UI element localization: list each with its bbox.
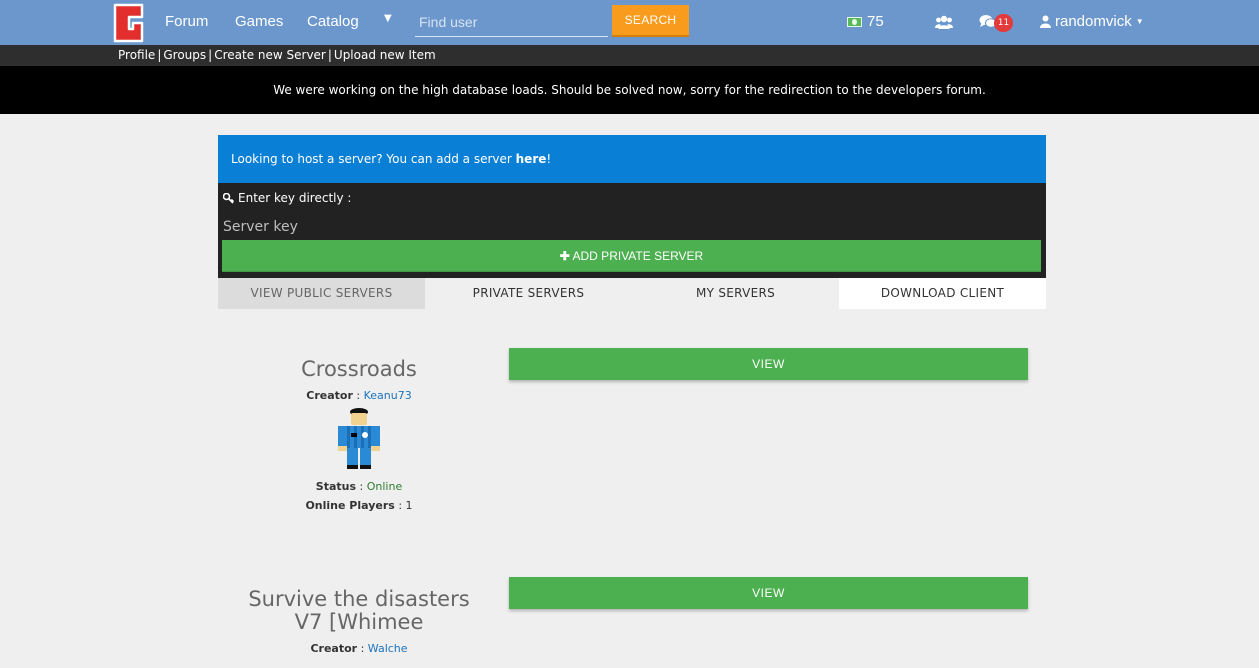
username-label: randomvick bbox=[1055, 13, 1132, 30]
server-status: Status : Online bbox=[315, 480, 403, 493]
notice-text-end: ! bbox=[546, 152, 552, 166]
creator-avatar bbox=[338, 408, 380, 469]
tab-public-servers[interactable]: VIEW PUBLIC SERVERS bbox=[218, 278, 425, 309]
add-server-here-link[interactable]: here bbox=[516, 152, 547, 166]
private-server-key-panel: Enter key directly : ✚ ADD PRIVATE SERVE… bbox=[218, 183, 1046, 278]
chevron-down-icon: ▼ bbox=[1135, 17, 1144, 26]
tab-download-client[interactable]: DOWNLOAD CLIENT bbox=[839, 278, 1046, 309]
view-server-button[interactable]: VIEW bbox=[509, 348, 1028, 380]
nav-games-link[interactable]: Games bbox=[235, 13, 283, 30]
tab-private-servers[interactable]: PRIVATE SERVERS bbox=[425, 278, 632, 309]
view-server-button[interactable]: VIEW bbox=[509, 577, 1028, 609]
add-private-server-button[interactable]: ✚ ADD PRIVATE SERVER bbox=[222, 240, 1041, 272]
server-creator: Creator : Walche bbox=[310, 642, 408, 655]
server-creator: Creator : Keanu73 bbox=[306, 389, 412, 402]
separator: | bbox=[157, 48, 162, 62]
status-label: Status bbox=[315, 480, 357, 493]
subnav-groups-link[interactable]: Groups bbox=[163, 48, 206, 62]
user-icon bbox=[1040, 15, 1051, 28]
server-players: Online Players : 1 bbox=[305, 499, 413, 512]
find-user-input[interactable] bbox=[415, 7, 608, 37]
status-value: Online bbox=[366, 480, 403, 493]
user-menu[interactable]: randomvick ▼ bbox=[1040, 13, 1144, 30]
key-label: Enter key directly : bbox=[223, 191, 351, 205]
separator: | bbox=[327, 48, 332, 62]
players-value: 1 bbox=[405, 499, 413, 512]
creator-label: Creator bbox=[306, 389, 353, 402]
host-server-notice: Looking to host a server? You can add a … bbox=[218, 135, 1046, 183]
plus-icon: ✚ bbox=[559, 249, 570, 263]
tab-my-servers[interactable]: MY SERVERS bbox=[632, 278, 839, 309]
notification-badge[interactable]: 11 bbox=[994, 14, 1013, 32]
site-logo[interactable] bbox=[111, 3, 145, 43]
server-tabs: VIEW PUBLIC SERVERS PRIVATE SERVERS MY S… bbox=[218, 278, 1046, 309]
currency-display[interactable]: 75 bbox=[847, 13, 884, 30]
friends-icon[interactable] bbox=[935, 14, 953, 30]
search-button[interactable]: SEARCH bbox=[612, 5, 689, 37]
players-label: Online Players bbox=[305, 499, 395, 512]
sub-navbar: Profile | Groups | Create new Server | Upload … bbox=[0, 45, 1259, 66]
subnav-links: Profile | Groups | Create new Server | Upload … bbox=[118, 48, 436, 62]
creator-link[interactable]: Walche bbox=[368, 642, 408, 655]
nav-catalog-link[interactable]: Catalog bbox=[307, 13, 359, 30]
nav-forum-link[interactable]: Forum bbox=[165, 13, 208, 30]
currency-amount: 75 bbox=[867, 13, 884, 30]
subnav-profile-link[interactable]: Profile bbox=[118, 48, 155, 62]
separator: | bbox=[208, 48, 213, 62]
money-bill-icon bbox=[847, 16, 862, 27]
server-name: Survive the disasters V7 [Whimee bbox=[248, 587, 470, 634]
notice-text: Looking to host a server? You can add a … bbox=[231, 152, 516, 166]
subnav-create-server-link[interactable]: Create new Server bbox=[214, 48, 326, 62]
server-info: Survive the disasters V7 [Whimee Creator… bbox=[218, 587, 500, 656]
server-info: Crossroads Creator : Keanu73 Status : On… bbox=[218, 357, 500, 513]
subnav-upload-item-link[interactable]: Upload new Item bbox=[334, 48, 436, 62]
more-dropdown-caret-icon[interactable]: ▼ bbox=[384, 13, 392, 24]
key-icon bbox=[223, 192, 234, 204]
creator-label: Creator bbox=[310, 642, 358, 655]
add-private-server-label: ADD PRIVATE SERVER bbox=[572, 249, 704, 263]
server-key-input[interactable] bbox=[222, 215, 1041, 239]
key-label-text: Enter key directly : bbox=[238, 191, 352, 205]
top-navbar: Forum Games Catalog ▼ SEARCH 75 11 rando… bbox=[0, 0, 1259, 45]
creator-link[interactable]: Keanu73 bbox=[364, 389, 412, 402]
server-name: Crossroads bbox=[301, 357, 417, 381]
announcement-banner: We were working on the high database loa… bbox=[0, 66, 1259, 114]
